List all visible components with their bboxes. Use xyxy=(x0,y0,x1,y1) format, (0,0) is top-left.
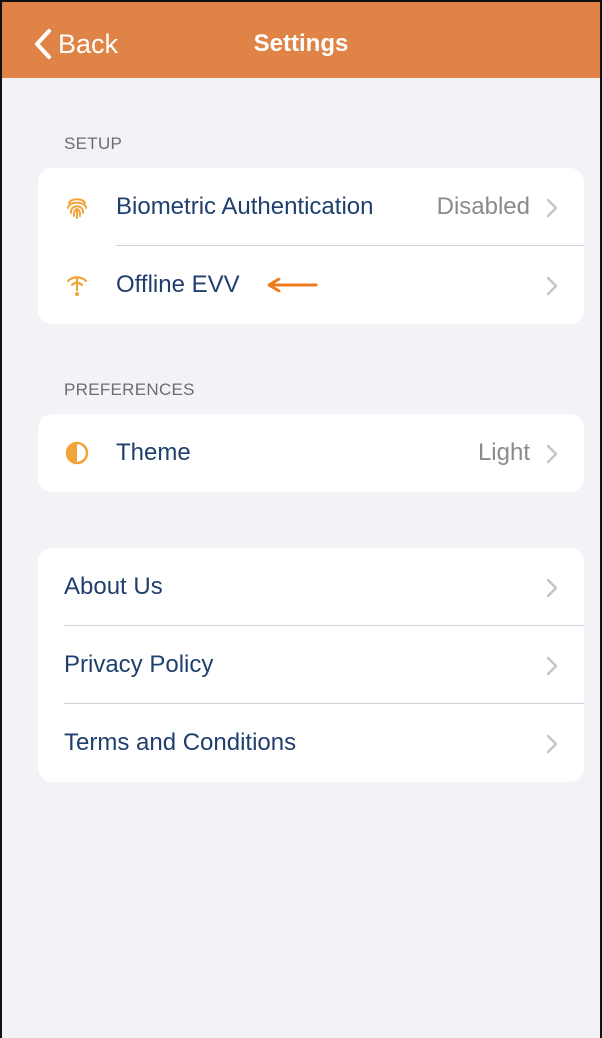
row-theme[interactable]: Theme Light xyxy=(38,414,584,492)
chevron-right-icon xyxy=(546,656,558,676)
section-header-preferences: PREFERENCES xyxy=(64,380,195,399)
theme-value: Light xyxy=(477,439,530,466)
settings-screen: Back Settings SETUP Biometric Authentica… xyxy=(0,0,602,1038)
navigation-bar: Back Settings xyxy=(2,2,600,78)
theme-label: Theme xyxy=(116,439,191,466)
row-biometric-authentication[interactable]: Biometric Authentication Disabled xyxy=(38,168,584,246)
terms-and-conditions-label: Terms and Conditions xyxy=(64,729,297,756)
offline-signal-icon xyxy=(64,272,90,298)
biometric-authentication-value: Disabled xyxy=(436,193,530,220)
section-header-setup: SETUP xyxy=(64,134,123,153)
info-group: About Us Privacy Policy Terms and Condit… xyxy=(38,548,584,782)
offline-evv-label: Offline EVV xyxy=(116,271,240,298)
chevron-right-icon xyxy=(546,578,558,598)
row-offline-evv[interactable]: Offline EVV xyxy=(38,246,584,324)
privacy-policy-label: Privacy Policy xyxy=(64,651,214,678)
chevron-right-icon xyxy=(546,734,558,754)
row-privacy-policy[interactable]: Privacy Policy xyxy=(38,626,584,704)
row-terms-and-conditions[interactable]: Terms and Conditions xyxy=(38,704,584,782)
setup-group: Biometric Authentication Disabled Offlin… xyxy=(38,168,584,324)
fingerprint-icon xyxy=(64,194,90,220)
about-us-label: About Us xyxy=(64,573,163,600)
chevron-right-icon xyxy=(546,444,558,464)
chevron-right-icon xyxy=(546,276,558,296)
arrow-left-icon xyxy=(267,278,318,292)
row-about-us[interactable]: About Us xyxy=(38,548,584,626)
biometric-authentication-label: Biometric Authentication xyxy=(116,193,374,220)
page-title: Settings xyxy=(253,30,349,57)
chevron-right-icon xyxy=(546,198,558,218)
preferences-group: Theme Light xyxy=(38,414,584,492)
half-circle-theme-icon xyxy=(64,440,90,466)
